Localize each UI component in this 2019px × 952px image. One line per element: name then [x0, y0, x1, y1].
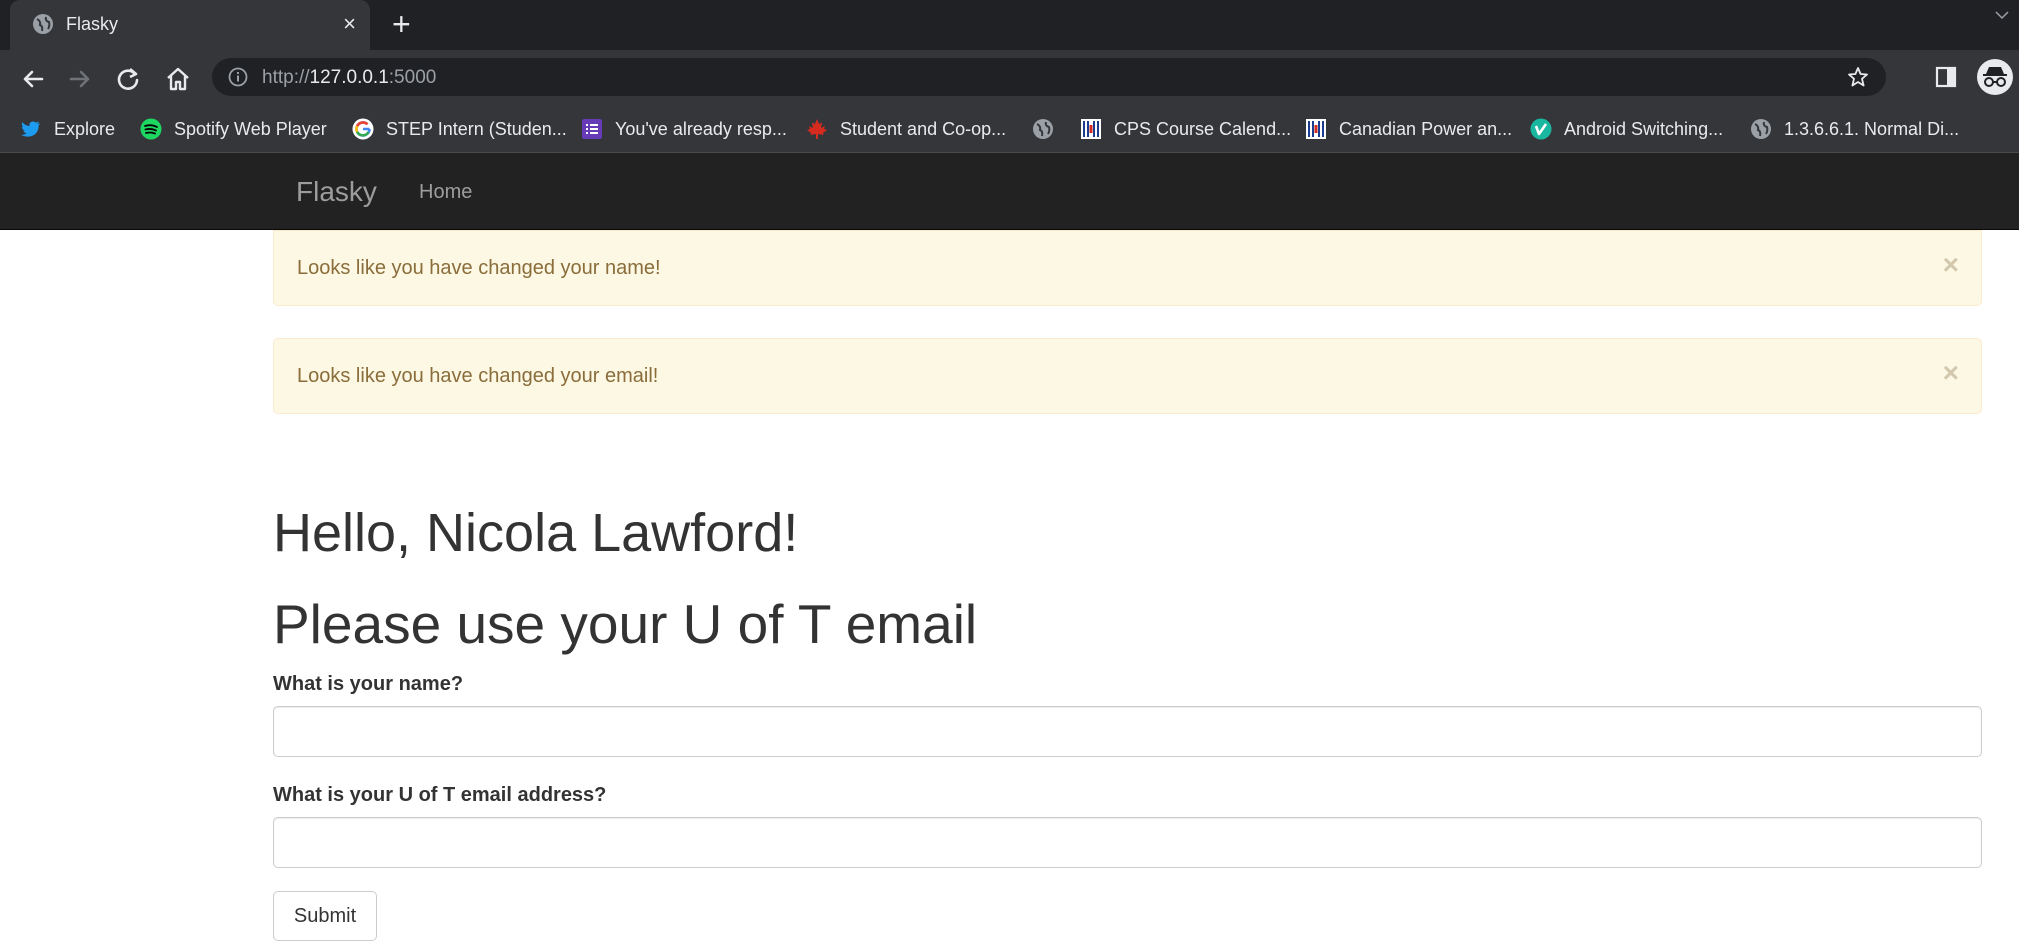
site-info-icon[interactable] [228, 67, 248, 87]
notice-heading: Please use your U of T email [273, 593, 978, 655]
nav-link-home[interactable]: Home [419, 181, 472, 204]
incognito-avatar[interactable] [1977, 59, 2013, 95]
site-navbar: Flasky Home [0, 153, 2019, 230]
bookmark-item[interactable]: 1.3.6.6.1. Normal Di... [1750, 114, 1959, 144]
email-label: What is your U of T email address? [273, 784, 607, 806]
url-host: 127.0.0.1 [309, 67, 389, 88]
flash-alert-email: Looks like you have changed your email! … [273, 338, 1982, 414]
bookmark-item[interactable]: CPS Course Calend... [1080, 114, 1291, 144]
bookmark-label: 1.3.6.6.1. Normal Di... [1784, 118, 1960, 139]
bookmark-star-icon[interactable] [1846, 65, 1870, 89]
globe-icon [33, 14, 53, 34]
globe-icon [1751, 119, 1771, 139]
address-bar[interactable]: http://127.0.0.1:5000 [212, 58, 1886, 96]
calendar-icon [1306, 119, 1326, 139]
name-label: What is your name? [273, 673, 464, 695]
tab-title: Flasky [66, 14, 119, 34]
globe-icon [1033, 119, 1053, 139]
alert-close-icon[interactable]: × [1943, 359, 1959, 387]
bookmark-label: CPS Course Calend... [1114, 118, 1292, 139]
bookmark-item[interactable]: Student and Co-op... [806, 114, 1006, 144]
alert-message: Looks like you have changed your email! [297, 365, 659, 387]
reload-icon[interactable] [113, 64, 143, 94]
bookmark-item[interactable]: Canadian Power an... [1305, 114, 1512, 144]
bookmark-item[interactable] [1032, 114, 1066, 144]
bookmark-label: Android Switching... [1564, 118, 1724, 139]
bookmark-item[interactable]: Spotify Web Player [140, 114, 327, 144]
bookmark-label: Student and Co-op... [840, 118, 1007, 139]
bookmark-item[interactable]: STEP Intern (Studen... [352, 114, 567, 144]
twitter-icon [21, 121, 40, 137]
url-scheme: http:// [262, 67, 310, 88]
greeting-heading: Hello, Nicola Lawford! [273, 503, 799, 563]
home-icon[interactable] [163, 64, 193, 94]
url-text[interactable]: http://127.0.0.1:5000 [262, 67, 436, 89]
navbar-brand[interactable]: Flasky [296, 176, 377, 208]
bookmark-label: Spotify Web Player [174, 118, 327, 139]
side-panel-icon[interactable] [1935, 66, 1957, 88]
tab-strip: Flasky × + [0, 0, 2019, 50]
calendar-icon [1081, 119, 1101, 139]
alert-close-icon[interactable]: × [1943, 251, 1959, 279]
spotify-icon [140, 118, 162, 140]
incognito-icon [1983, 67, 2007, 87]
bookmark-item[interactable]: Android Switching... [1530, 114, 1723, 144]
bookmark-item[interactable]: You've already resp... [581, 114, 787, 144]
submit-button[interactable]: Submit [273, 891, 377, 941]
bookmark-label: You've already resp... [615, 118, 787, 139]
new-tab-button[interactable]: + [392, 8, 411, 40]
maple-leaf-icon [807, 119, 827, 139]
tab-search-icon[interactable] [1995, 10, 2009, 20]
flash-alert-name: Looks like you have changed your name! × [273, 230, 1982, 306]
browser-tab[interactable]: Flasky × [10, 0, 370, 50]
forward-icon[interactable] [65, 64, 95, 94]
bookmark-label: Canadian Power an... [1339, 118, 1513, 139]
url-port: :5000 [388, 67, 437, 88]
email-input[interactable] [273, 817, 1982, 868]
alert-message: Looks like you have changed your name! [297, 257, 661, 279]
vimeo-icon [1530, 118, 1552, 140]
back-icon[interactable] [18, 64, 48, 94]
bookmark-label: STEP Intern (Studen... [386, 118, 567, 139]
forms-icon [582, 119, 602, 139]
name-input[interactable] [273, 706, 1982, 757]
google-icon [352, 118, 374, 140]
bookmark-item[interactable]: Explore [20, 114, 115, 144]
tab-close-icon[interactable]: × [343, 11, 356, 37]
bookmark-label: Explore [54, 118, 116, 139]
